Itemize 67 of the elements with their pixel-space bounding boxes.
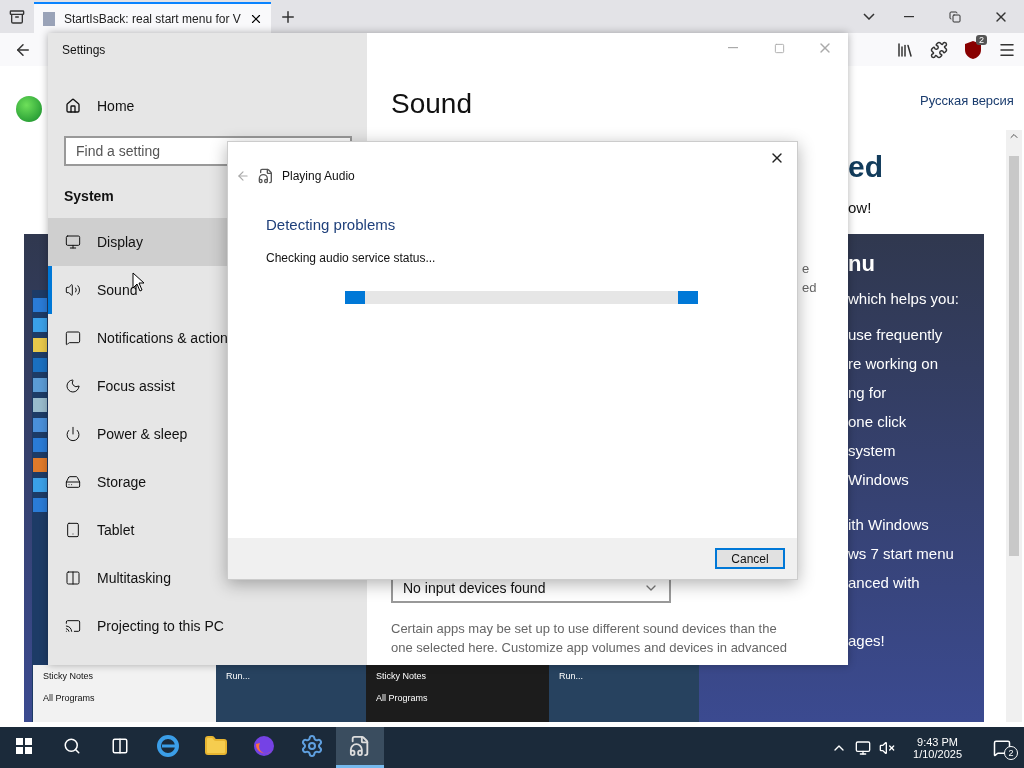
browser-tab[interactable]: StartIsBack: real start menu for V [34,2,271,33]
minimize-icon [904,15,914,18]
page-subheading: ow! [848,199,872,216]
drive-icon [65,474,81,490]
shield-extension-button[interactable]: 2 [956,34,990,65]
message-icon [65,330,81,346]
banner-text: system [848,441,897,461]
banner-text: which helps you: [848,289,959,309]
page-icon [42,10,56,27]
home-nav-item[interactable]: Home [48,82,135,130]
time-text: 9:43 PM [917,735,958,748]
banner-text: Windows [848,470,910,490]
document-speaker-icon [349,735,371,757]
section-title: System [64,188,114,204]
dialog-title: Playing Audio [282,169,355,183]
folder-icon [204,734,228,758]
cancel-button[interactable]: Cancel [715,548,785,569]
message-icon [993,738,1011,757]
puzzle-icon [930,40,948,59]
description-text: ed [802,279,817,297]
moon-icon [65,378,81,394]
windows-logo-icon [16,738,32,754]
shield-icon [964,39,982,60]
banner-text: use frequently [848,325,944,345]
columns-icon [65,570,81,586]
muted-speaker-icon[interactable] [879,739,896,756]
description-text: e [802,260,810,278]
search-icon [63,737,81,755]
taskbar-app[interactable] [336,727,384,768]
maximize-icon [773,42,785,54]
language-link[interactable]: Русская версия [920,93,1014,108]
restore-icon [949,10,961,23]
banner-text: anced with [848,573,921,593]
network-icon[interactable] [855,739,872,756]
nav-item[interactable]: Projecting to this PC [48,602,367,650]
tablet-icon [65,522,81,538]
speaker-icon [65,282,81,298]
window-title: Settings [61,42,107,59]
banner-text: one click [848,412,908,432]
notification-count: 2 [1004,746,1018,760]
banner-text: ws 7 start menu [848,544,955,564]
gear-icon [300,734,324,758]
banner-text: ith Windows [848,515,930,535]
power-icon [65,426,81,442]
page-heading: ed [848,150,883,184]
library-icon [896,40,914,59]
note-text: Certain apps may be set up to use different sound devices than the [391,620,778,638]
archive-icon [9,8,25,25]
banner-text: ng for [848,383,888,403]
banner-title: nu [848,252,876,276]
scrollbar[interactable] [1006,130,1022,722]
chevron-icon [863,13,875,20]
document-speaker-icon [258,168,274,184]
site-logo [16,96,42,122]
clock[interactable]: 9:43 PM 1/10/2025 [903,735,972,760]
notifications-button[interactable]: 2 [980,727,1024,768]
task-view-icon [111,737,129,755]
note-text: one selected here. Customize app volumes and devices in advanced [391,639,789,657]
page-title: Sound [391,88,473,120]
extension-badge: 2 [976,34,987,45]
date-text: 1/10/2025 [913,747,962,760]
home-icon [65,98,81,114]
banner-text: re working on [848,354,940,374]
cast-icon [65,618,81,634]
monitor-icon [65,234,81,250]
banner-text: ages! [848,631,886,651]
minimize-icon [728,47,738,49]
